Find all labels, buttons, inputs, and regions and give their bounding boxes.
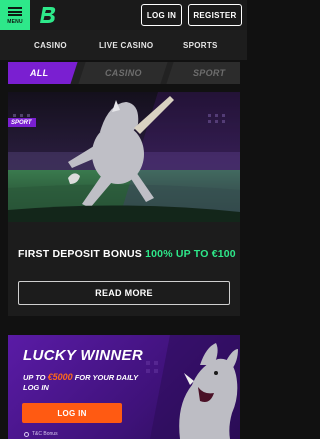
category-filter: ALL CASINO SPORT bbox=[8, 62, 240, 84]
filter-sport[interactable]: SPORT bbox=[166, 62, 240, 84]
filter-casino-label: CASINO bbox=[104, 68, 142, 78]
lucky-winner-title: LUCKY WINNER bbox=[23, 347, 143, 364]
lucky-winner-sub-before: UP TO bbox=[23, 373, 48, 382]
hamburger-icon bbox=[8, 6, 22, 18]
nav-item-live-casino[interactable]: LIVE CASINO bbox=[99, 30, 153, 60]
promo-card-lucky-winner: LUCKY WINNER UP TO €5000 FOR YOUR DAILY … bbox=[8, 335, 240, 439]
info-icon bbox=[24, 431, 29, 437]
login-button[interactable]: LOG IN bbox=[141, 4, 182, 26]
lucky-winner-subtitle: UP TO €5000 FOR YOUR DAILY LOG IN bbox=[23, 372, 143, 393]
menu-button[interactable]: MENU bbox=[0, 0, 30, 30]
main-nav: CASINO LIVE CASINO SPORTS bbox=[0, 30, 247, 60]
tc-label: T&C Bonus bbox=[32, 431, 58, 437]
top-header: MENU LOG IN REGISTER bbox=[0, 0, 247, 30]
promo-image-cricket-rhino bbox=[8, 92, 240, 222]
promo-title-main: FIRST DEPOSIT BONUS bbox=[18, 248, 146, 260]
lucky-winner-amount: €5000 bbox=[47, 372, 73, 382]
promo-image-rhino-roar bbox=[146, 335, 240, 439]
nav-item-casino[interactable]: CASINO bbox=[34, 30, 67, 60]
promo-card-first-deposit: SPORT FIRST DEPOSIT BONUS 100% UP TO €10… bbox=[8, 92, 240, 316]
filter-sport-label: SPORT bbox=[192, 68, 226, 78]
register-button[interactable]: REGISTER bbox=[188, 4, 242, 26]
promo-title-highlight: 100% UP TO €100 bbox=[145, 248, 236, 260]
tc-link[interactable]: T&C Bonus bbox=[24, 431, 58, 437]
filter-casino[interactable]: CASINO bbox=[78, 62, 168, 84]
brand-logo[interactable] bbox=[38, 4, 60, 26]
menu-label: MENU bbox=[7, 18, 23, 25]
promo-title: FIRST DEPOSIT BONUS 100% UP TO €100 bbox=[18, 248, 236, 260]
read-more-button[interactable]: READ MORE bbox=[18, 281, 230, 305]
promo-login-button[interactable]: LOG IN bbox=[22, 403, 122, 423]
category-badge: SPORT bbox=[8, 118, 36, 127]
nav-item-sports[interactable]: SPORTS bbox=[183, 30, 218, 60]
filter-all-label: ALL bbox=[29, 68, 49, 78]
filter-all[interactable]: ALL bbox=[8, 62, 78, 84]
